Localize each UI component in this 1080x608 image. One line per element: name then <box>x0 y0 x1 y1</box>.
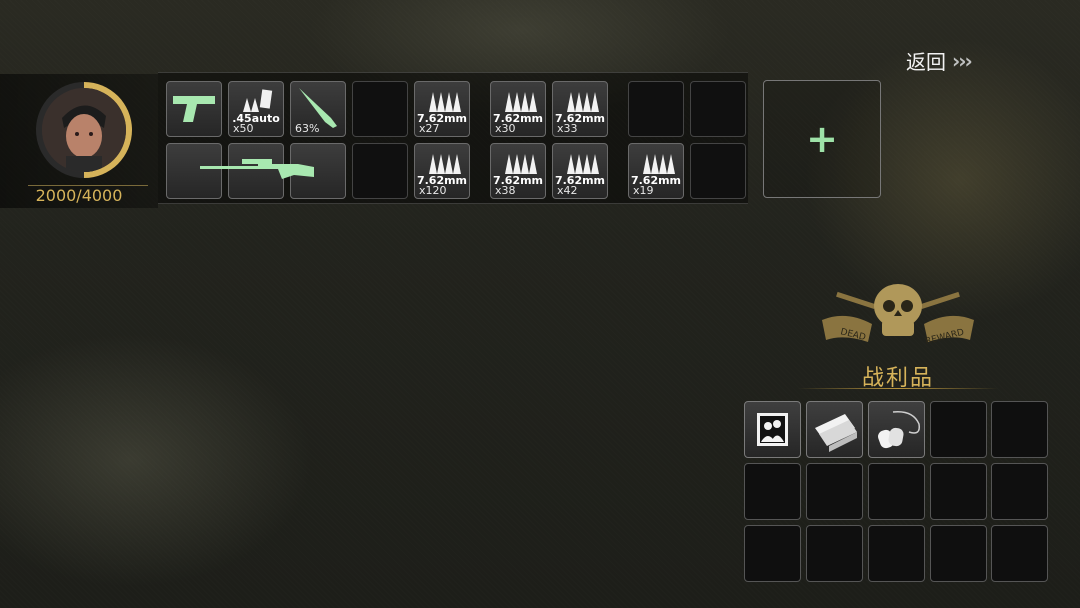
magazine-icon <box>259 89 273 109</box>
ammo-icon <box>429 90 461 112</box>
sniper-rifle-icon <box>200 159 314 179</box>
ammo-count: x120 <box>419 184 447 197</box>
ammo-count: x30 <box>495 122 516 135</box>
ammo-762-slot[interactable]: 7.62mm x33 <box>552 81 608 137</box>
loot-slot[interactable] <box>868 525 925 582</box>
inventory-panel: .45auto x50 63% 7.62mm x27 7.62mm x120 7… <box>158 72 748 204</box>
ammo-count: x27 <box>419 122 440 135</box>
player-profile: 2000/4000 <box>0 74 158 208</box>
ammo-762-slot[interactable]: 7.62mm x120 <box>414 143 470 199</box>
chevron-right-icon: › › › <box>952 48 973 73</box>
back-label: 返回 <box>906 50 946 74</box>
dog-tag-icon <box>878 411 921 449</box>
photo-icon <box>757 413 788 446</box>
ammo-count: x33 <box>557 122 578 135</box>
hp-text: 2000/4000 <box>35 186 123 205</box>
ammo-count: x19 <box>633 184 654 197</box>
ammo-icon <box>567 152 599 174</box>
loot-slot[interactable] <box>930 525 987 582</box>
ammo-762-slot[interactable]: 7.62mm x38 <box>490 143 546 199</box>
loot-slot[interactable] <box>744 463 801 520</box>
loot-slot[interactable] <box>806 463 863 520</box>
loot-slot[interactable] <box>744 401 801 458</box>
ammo-762-slot[interactable]: 7.62mm x19 <box>628 143 684 199</box>
ammo-count: x50 <box>233 122 254 135</box>
empty-slot[interactable] <box>352 143 408 199</box>
knife-durability: 63% <box>295 122 320 135</box>
ammo-762-slot[interactable]: 7.62mm x42 <box>552 143 608 199</box>
loot-slot[interactable] <box>991 401 1048 458</box>
plus-icon: + <box>806 117 838 161</box>
pistol-slot[interactable] <box>166 81 222 137</box>
ammo-icon <box>505 90 537 112</box>
empty-slot[interactable] <box>628 81 684 137</box>
spoils-divider <box>798 388 998 389</box>
ammo-45-slot[interactable]: .45auto x50 <box>228 81 284 137</box>
loot-slot[interactable] <box>806 401 863 458</box>
empty-slot[interactable] <box>690 81 746 137</box>
loot-slot[interactable] <box>991 463 1048 520</box>
add-slot-button[interactable]: + <box>763 80 881 198</box>
ammo-icon <box>567 90 599 112</box>
loot-slot[interactable] <box>868 463 925 520</box>
empty-slot[interactable] <box>352 81 408 137</box>
ammo-icon <box>429 152 461 174</box>
ammo-count: x38 <box>495 184 516 197</box>
loot-slot[interactable] <box>991 525 1048 582</box>
ammo-762-slot[interactable]: 7.62mm x27 <box>414 81 470 137</box>
ammo-762-slot[interactable]: 7.62mm x30 <box>490 81 546 137</box>
skull-crossed-guns-emblem: DEAD REWARD <box>822 284 974 347</box>
hp-ring <box>36 82 132 178</box>
avatar[interactable] <box>42 88 126 172</box>
loot-slot[interactable] <box>868 401 925 458</box>
loot-slot[interactable] <box>930 401 987 458</box>
loot-slot[interactable] <box>806 525 863 582</box>
knife-slot[interactable]: 63% <box>290 81 346 137</box>
papers-icon <box>815 414 857 452</box>
ammo-icon <box>505 152 537 174</box>
back-button[interactable]: 返回 › › › <box>906 46 973 75</box>
loot-slot[interactable] <box>744 525 801 582</box>
ammo-count: x42 <box>557 184 578 197</box>
empty-slot[interactable] <box>690 143 746 199</box>
loot-slot[interactable] <box>930 463 987 520</box>
pistol-icon <box>173 96 215 122</box>
ammo-icon <box>643 152 675 174</box>
